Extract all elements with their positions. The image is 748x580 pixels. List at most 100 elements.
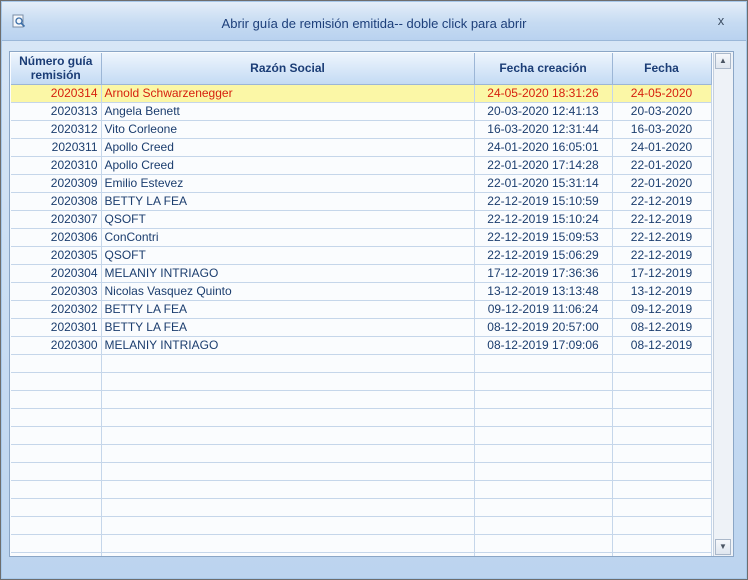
cell-razon-social[interactable]: QSOFT [101,210,475,229]
cell-fecha-creacion[interactable]: 22-12-2019 15:10:24 [474,210,613,229]
empty-cell [474,354,613,373]
cell-numero-guia[interactable]: 2020309 [11,174,102,193]
cell-fecha[interactable]: 08-12-2019 [612,336,712,355]
cell-fecha[interactable]: 22-01-2020 [612,174,712,193]
table-row[interactable]: 2020304 MELANIY INTRIAGO 17-12-2019 17:36:… [11,264,712,283]
cell-numero-guia[interactable]: 2020314 [11,84,102,103]
column-header-fecha-creacion[interactable]: Fecha creación [474,53,613,85]
empty-cell [101,354,475,373]
cell-numero-guia[interactable]: 2020311 [11,138,102,157]
cell-fecha[interactable]: 22-12-2019 [612,210,712,229]
empty-cell [11,354,102,373]
cell-numero-guia[interactable]: 2020303 [11,282,102,301]
empty-cell [474,480,613,499]
close-button[interactable]: x [712,12,730,30]
table-row[interactable]: 2020313 Angela Benett 20-03-2020 12:41:13 2… [11,102,712,121]
cell-fecha[interactable]: 24-01-2020 [612,138,712,157]
empty-row [11,498,712,517]
cell-fecha-creacion[interactable]: 22-12-2019 15:09:53 [474,228,613,247]
cell-numero-guia[interactable]: 2020313 [11,102,102,121]
cell-fecha[interactable]: 20-03-2020 [612,102,712,121]
cell-fecha-creacion[interactable]: 22-12-2019 15:10:59 [474,192,613,211]
cell-numero-guia[interactable]: 2020300 [11,336,102,355]
empty-cell [474,534,613,553]
column-header-fecha[interactable]: Fecha [612,53,712,85]
cell-razon-social[interactable]: BETTY LA FEA [101,300,475,319]
table-row[interactable]: 2020312 Vito Corleone 16-03-2020 12:31:44 1… [11,120,712,139]
cell-razon-social[interactable]: Emilio Estevez [101,174,475,193]
cell-numero-guia[interactable]: 2020312 [11,120,102,139]
column-header-razon-social[interactable]: Razón Social [101,53,475,85]
cell-numero-guia[interactable]: 2020307 [11,210,102,229]
cell-razon-social[interactable]: MELANIY INTRIAGO [101,336,475,355]
cell-fecha[interactable]: 22-12-2019 [612,246,712,265]
cell-fecha[interactable]: 08-12-2019 [612,318,712,337]
table-row[interactable]: 2020302 BETTY LA FEA 09-12-2019 11:06:24 09… [11,300,712,319]
empty-cell [11,390,102,409]
empty-cell [612,354,712,373]
empty-cell [11,480,102,499]
cell-fecha[interactable]: 24-05-2020 [612,84,712,103]
table-row[interactable]: 2020314 Arnold Schwarzenegger 24-05-2020 1… [11,84,712,103]
cell-fecha-creacion[interactable]: 09-12-2019 11:06:24 [474,300,613,319]
cell-fecha-creacion[interactable]: 22-01-2020 17:14:28 [474,156,613,175]
cell-numero-guia[interactable]: 2020304 [11,264,102,283]
close-icon[interactable]: x [718,13,725,28]
title-bar[interactable]: Abrir guía de remisión emitida-- doble c… [2,2,746,41]
scroll-down-button[interactable]: ▼ [715,539,731,555]
cell-fecha[interactable]: 17-12-2019 [612,264,712,283]
cell-fecha[interactable]: 09-12-2019 [612,300,712,319]
vertical-scrollbar[interactable]: ▲ ▼ [713,52,733,556]
table-row[interactable]: 2020310 Apollo Creed 22-01-2020 17:14:28 22… [11,156,712,175]
scroll-up-button[interactable]: ▲ [715,53,731,69]
cell-fecha-creacion[interactable]: 22-12-2019 15:06:29 [474,246,613,265]
cell-razon-social[interactable]: Arnold Schwarzenegger [101,84,475,103]
cell-fecha[interactable]: 22-12-2019 [612,228,712,247]
cell-numero-guia[interactable]: 2020301 [11,318,102,337]
empty-cell [612,498,712,517]
cell-razon-social[interactable]: QSOFT [101,246,475,265]
cell-fecha-creacion[interactable]: 24-01-2020 16:05:01 [474,138,613,157]
cell-fecha-creacion[interactable]: 16-03-2020 12:31:44 [474,120,613,139]
cell-razon-social[interactable]: Nicolas Vasquez Quinto [101,282,475,301]
cell-fecha[interactable]: 22-12-2019 [612,192,712,211]
cell-fecha[interactable]: 16-03-2020 [612,120,712,139]
table-row[interactable]: 2020300 MELANIY INTRIAGO 08-12-2019 17:09:… [11,336,712,355]
table-row[interactable]: 2020306 ConContri 22-12-2019 15:09:53 22-12… [11,228,712,247]
cell-razon-social[interactable]: Angela Benett [101,102,475,121]
cell-fecha-creacion[interactable]: 20-03-2020 12:41:13 [474,102,613,121]
cell-fecha-creacion[interactable]: 24-05-2020 18:31:26 [474,84,613,103]
remission-guide-grid[interactable]: Número guía remisión Razón Social Fecha … [9,51,734,557]
cell-fecha-creacion[interactable]: 13-12-2019 13:13:48 [474,282,613,301]
table-row[interactable]: 2020303 Nicolas Vasquez Quinto 13-12-2019 … [11,282,712,301]
table-row[interactable]: 2020307 QSOFT 22-12-2019 15:10:24 22-12-201… [11,210,712,229]
table-row[interactable]: 2020301 BETTY LA FEA 08-12-2019 20:57:00 08… [11,318,712,337]
cell-razon-social[interactable]: BETTY LA FEA [101,318,475,337]
cell-razon-social[interactable]: Apollo Creed [101,138,475,157]
empty-cell [612,534,712,553]
table-row[interactable]: 2020309 Emilio Estevez 22-01-2020 15:31:14… [11,174,712,193]
cell-numero-guia[interactable]: 2020305 [11,246,102,265]
cell-fecha-creacion[interactable]: 08-12-2019 17:09:06 [474,336,613,355]
window-title: Abrir guía de remisión emitida-- doble c… [221,16,527,31]
cell-fecha[interactable]: 22-01-2020 [612,156,712,175]
table-row[interactable]: 2020305 QSOFT 22-12-2019 15:06:29 22-12-201… [11,246,712,265]
empty-cell [612,408,712,427]
table-row[interactable]: 2020311 Apollo Creed 24-01-2020 16:05:01 24… [11,138,712,157]
cell-razon-social[interactable]: ConContri [101,228,475,247]
cell-fecha-creacion[interactable]: 08-12-2019 20:57:00 [474,318,613,337]
cell-numero-guia[interactable]: 2020310 [11,156,102,175]
column-header-numero-guia[interactable]: Número guía remisión [11,53,102,85]
cell-razon-social[interactable]: BETTY LA FEA [101,192,475,211]
table-row[interactable]: 2020308 BETTY LA FEA 22-12-2019 15:10:59 22… [11,192,712,211]
cell-fecha[interactable]: 13-12-2019 [612,282,712,301]
cell-numero-guia[interactable]: 2020302 [11,300,102,319]
cell-fecha-creacion[interactable]: 17-12-2019 17:36:36 [474,264,613,283]
cell-numero-guia[interactable]: 2020308 [11,192,102,211]
cell-numero-guia[interactable]: 2020306 [11,228,102,247]
cell-razon-social[interactable]: MELANIY INTRIAGO [101,264,475,283]
empty-cell [474,462,613,481]
cell-razon-social[interactable]: Apollo Creed [101,156,475,175]
cell-fecha-creacion[interactable]: 22-01-2020 15:31:14 [474,174,613,193]
cell-razon-social[interactable]: Vito Corleone [101,120,475,139]
